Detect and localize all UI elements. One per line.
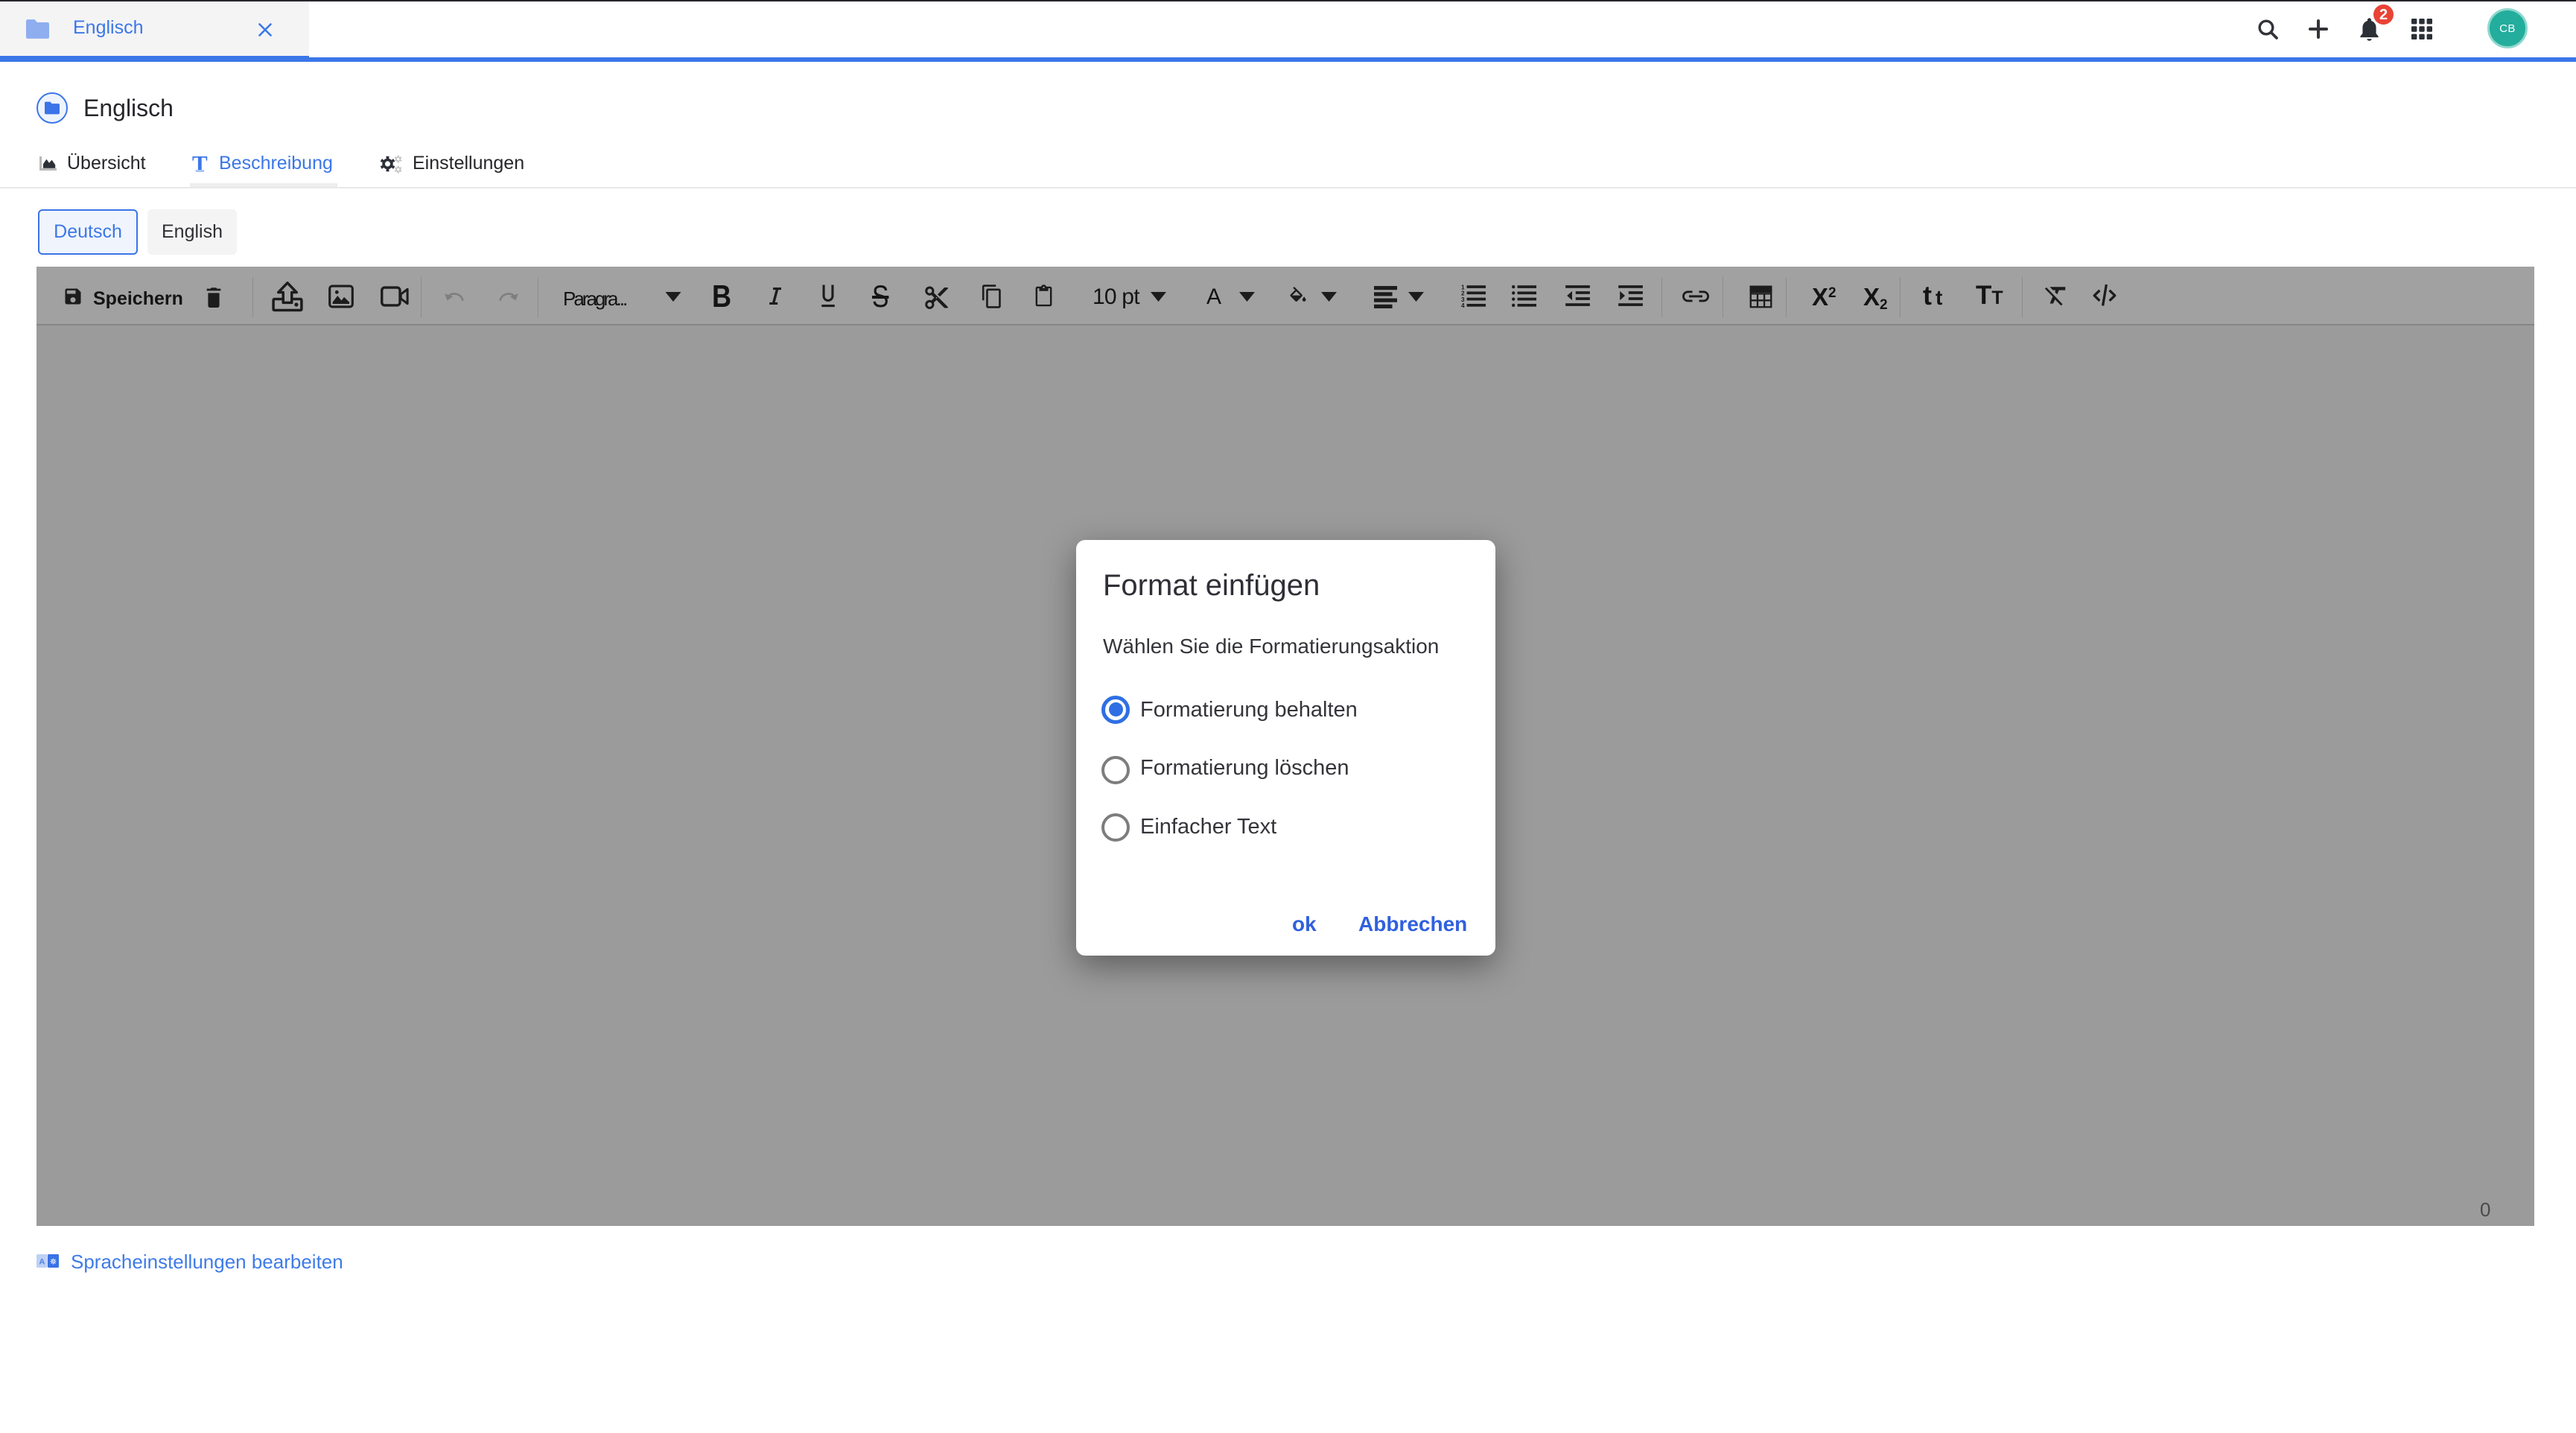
svg-text:✵: ✵	[49, 1256, 57, 1267]
svg-text:A: A	[39, 1258, 45, 1267]
svg-text:4: 4	[1461, 302, 1465, 308]
